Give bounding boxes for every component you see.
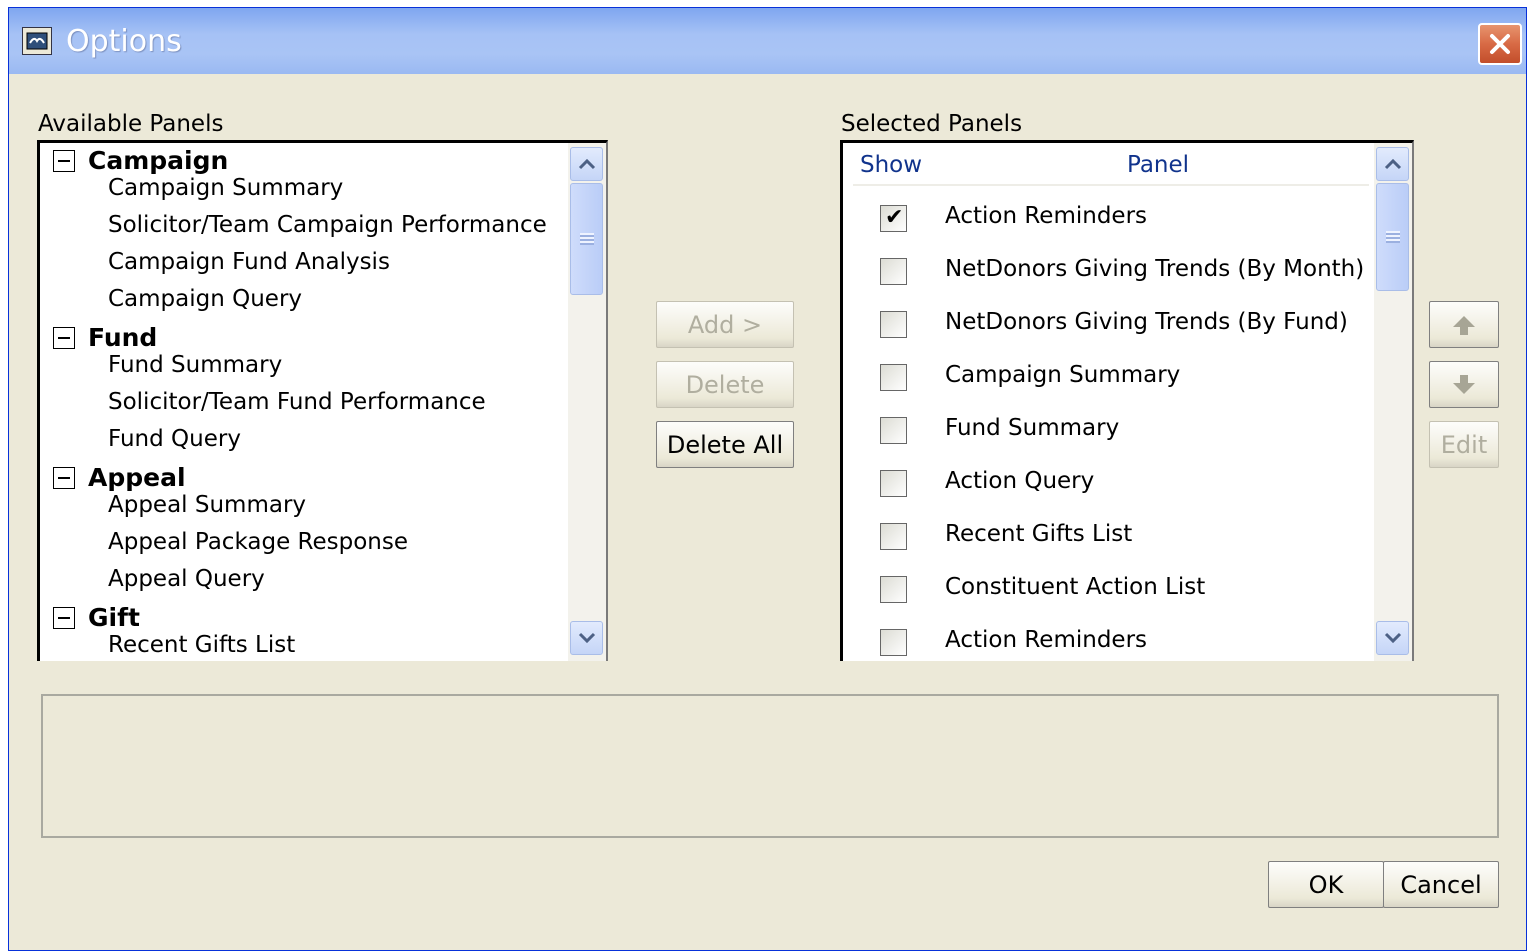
chevron-down-icon [1384,632,1401,644]
panel-name: Constituent Action List [945,574,1206,600]
available-panels-tree[interactable]: Campaign Campaign Summary Solicitor/Team C… [37,140,608,661]
panel-name: NetDonors Giving Trends (By Fund) [945,309,1348,335]
header-divider [853,184,1369,186]
tree-item[interactable]: Solicitor/Team Campaign Performance [108,212,547,238]
table-row[interactable]: Fund Summary [843,412,1373,462]
table-row[interactable]: Campaign Summary [843,359,1373,409]
tree-item[interactable]: Recent Gifts List [108,632,295,658]
arrow-up-icon [1453,315,1475,335]
show-checkbox[interactable]: ✔ [880,205,907,232]
tree-group[interactable]: Appeal [53,463,186,492]
ok-button[interactable]: OK [1268,861,1384,908]
show-checkbox[interactable] [880,311,907,338]
table-row[interactable]: NetDonors Giving Trends (By Month) [843,253,1373,303]
show-checkbox[interactable] [880,576,907,603]
show-checkbox[interactable] [880,629,907,656]
table-row[interactable]: Action Query [843,465,1373,515]
selected-scrollbar[interactable] [1374,143,1412,661]
scroll-down-button[interactable] [570,621,603,655]
panel-name: Action Reminders [945,627,1148,653]
tree-group[interactable]: Fund [53,323,157,352]
show-checkbox[interactable] [880,417,907,444]
tree-item[interactable]: Solicitor/Team Fund Performance [108,389,486,415]
scroll-thumb[interactable] [1376,183,1409,291]
collapse-icon[interactable] [53,326,75,349]
tree-item[interactable]: Campaign Query [108,286,302,312]
table-row[interactable]: Constituent Action List [843,571,1373,621]
scroll-up-button[interactable] [570,147,603,181]
show-checkbox[interactable] [880,258,907,285]
move-up-button[interactable] [1429,301,1499,348]
show-checkbox[interactable] [880,470,907,497]
collapse-icon[interactable] [53,606,75,629]
tree-group-label: Appeal [88,463,186,492]
tree-item[interactable]: Appeal Query [108,566,265,592]
app-icon [22,27,52,55]
panel-name: Campaign Summary [945,362,1181,388]
chevron-up-icon [578,158,595,170]
collapse-icon[interactable] [53,149,75,172]
scroll-thumb[interactable] [570,183,603,295]
table-row[interactable]: Action Reminders [843,624,1373,661]
panel-name: Recent Gifts List [945,521,1133,547]
tree-group-label: Campaign [88,146,229,175]
delete-button[interactable]: Delete [656,361,794,408]
available-scrollbar[interactable] [568,143,606,661]
add-button[interactable]: Add > [656,301,794,348]
tree-item[interactable]: Campaign Summary [108,175,343,201]
tree-item[interactable]: Fund Summary [108,352,282,378]
edit-button[interactable]: Edit [1429,421,1499,468]
tree-item[interactable]: Appeal Package Response [108,529,408,555]
cancel-button[interactable]: Cancel [1383,861,1499,908]
close-button[interactable] [1478,23,1522,65]
scroll-up-button[interactable] [1376,147,1409,181]
checkmark-icon: ✔ [885,205,904,230]
panel-name: NetDonors Giving Trends (By Month) [945,256,1365,282]
show-checkbox[interactable] [880,523,907,550]
chevron-up-icon [1384,158,1401,170]
scroll-down-button[interactable] [1376,621,1409,655]
tree-group[interactable]: Gift [53,603,140,632]
collapse-icon[interactable] [53,466,75,489]
panel-name: Action Query [945,468,1095,494]
tree-item[interactable]: Campaign Fund Analysis [108,249,390,275]
arrow-down-icon [1453,374,1475,394]
table-row[interactable]: NetDonors Giving Trends (By Fund) [843,306,1373,356]
tree-group-label: Gift [88,603,140,632]
close-icon [1490,34,1510,54]
tree-item[interactable]: Appeal Summary [108,492,306,518]
panel-name: Action Reminders [945,203,1148,229]
move-down-button[interactable] [1429,361,1499,408]
selected-panels-grid[interactable]: Show Panel ✔ Action Reminders NetDonors Gi… [840,140,1414,661]
column-header-show[interactable]: Show [860,152,922,178]
tree-group[interactable]: Campaign [53,146,228,175]
available-panels-label: Available Panels [38,111,224,137]
show-checkbox[interactable] [880,364,907,391]
window-title: Options [66,24,182,59]
selected-panels-label: Selected Panels [841,111,1023,137]
table-row[interactable]: Recent Gifts List [843,518,1373,568]
column-header-panel[interactable]: Panel [1127,152,1189,178]
description-panel [41,694,1499,838]
tree-group-label: Fund [88,323,158,352]
options-dialog: Options Available Panels Campaign Campaig… [8,7,1527,951]
chevron-down-icon [578,632,595,644]
tree-item[interactable]: Fund Query [108,426,241,452]
delete-all-button[interactable]: Delete All [656,421,794,468]
title-bar[interactable]: Options [9,8,1526,74]
panel-name: Fund Summary [945,415,1120,441]
table-row[interactable]: ✔ Action Reminders [843,200,1373,250]
